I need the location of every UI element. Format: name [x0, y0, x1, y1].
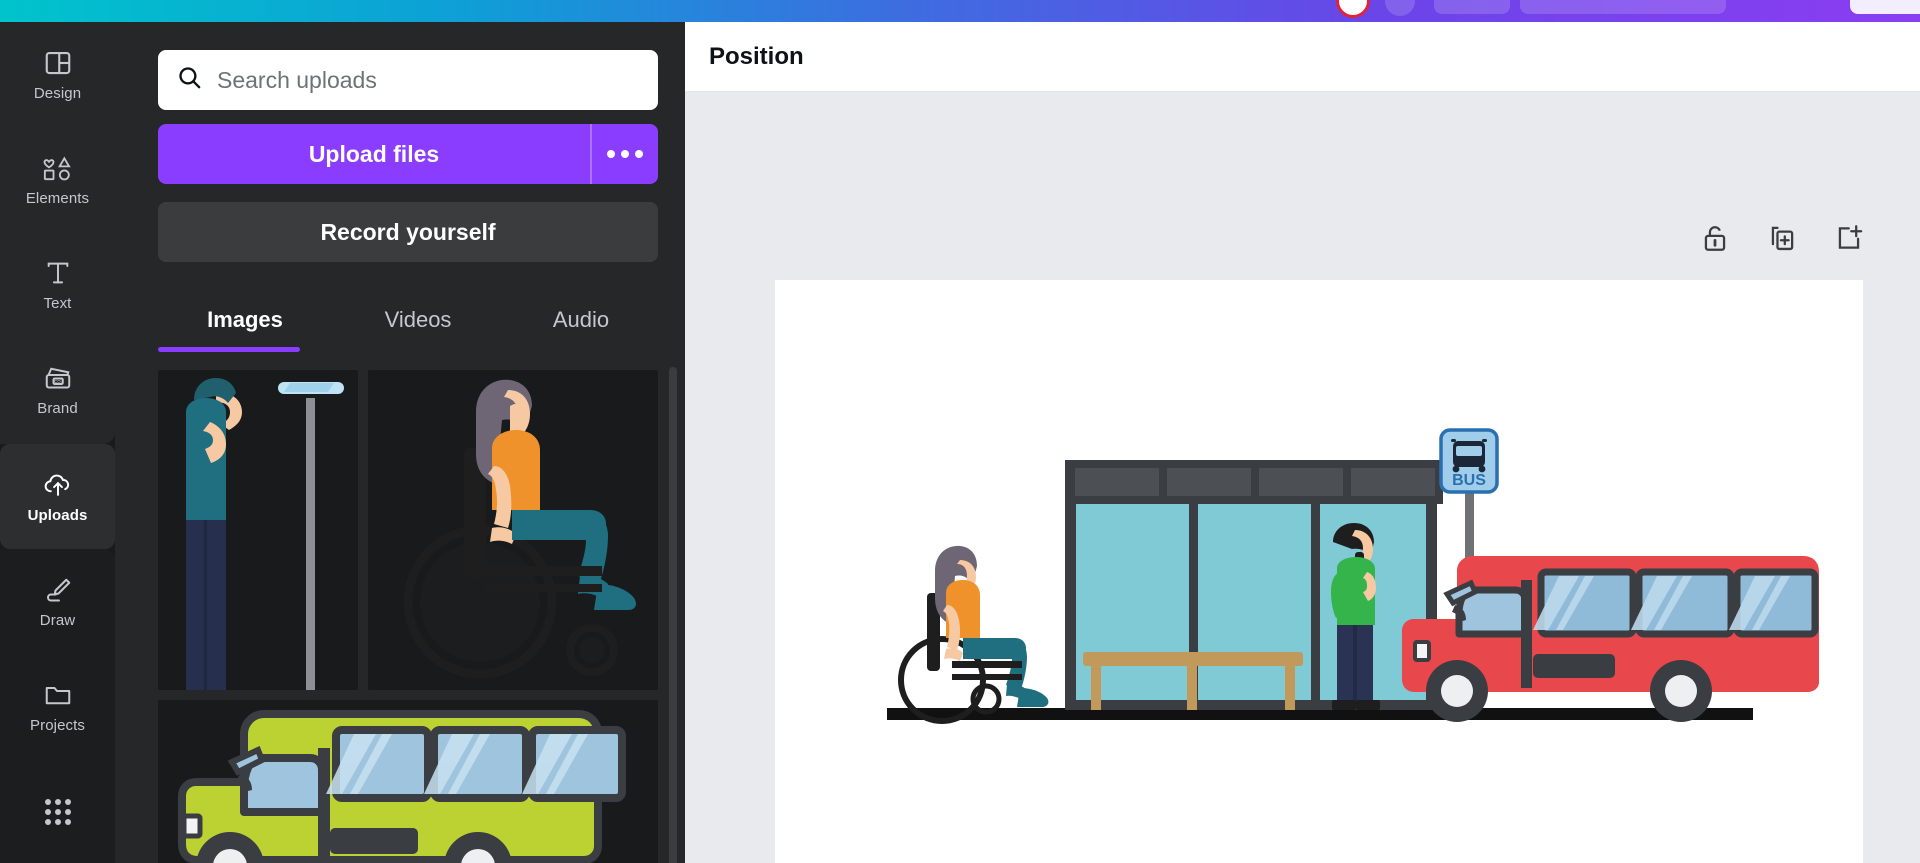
- sidebar-item-uploads[interactable]: Uploads: [0, 444, 115, 549]
- nav-group-primary: Design Elements Text CO. Brand: [0, 22, 115, 444]
- brand-co-icon: CO.: [43, 363, 73, 393]
- tab-images[interactable]: Images: [158, 294, 332, 352]
- panel-scrollbar[interactable]: [669, 367, 677, 863]
- upload-row: Upload files: [158, 124, 658, 184]
- thumbnail-row: [158, 700, 658, 863]
- bus-shelter-with-glass-panels: [1065, 460, 1443, 710]
- search-icon: [176, 64, 203, 96]
- text-t-icon: [43, 258, 73, 288]
- topbar-button-a[interactable]: [1434, 0, 1510, 14]
- uploads-thumbnail-grid: [158, 370, 658, 863]
- page-title: Position: [709, 42, 804, 70]
- sidebar-item-elements[interactable]: Elements: [0, 127, 115, 232]
- search-input[interactable]: [217, 66, 640, 94]
- thumbnail-green-minibus[interactable]: [158, 700, 658, 863]
- lock-icon[interactable]: [1699, 222, 1731, 254]
- canvas-toolbar: [1699, 222, 1865, 254]
- sidebar-item-label: Uploads: [27, 506, 88, 524]
- pen-icon: [43, 575, 73, 605]
- apps-grid-icon: [43, 797, 73, 827]
- uploads-panel: Upload files Record yourself Images Vide…: [115, 22, 685, 863]
- sidebar-item-draw[interactable]: Draw: [0, 549, 115, 654]
- topbar-button-b[interactable]: [1520, 0, 1726, 14]
- layout-icon: [43, 48, 73, 78]
- tab-label: Audio: [552, 307, 610, 332]
- sidebar-item-label: Brand: [37, 399, 78, 417]
- sidebar-item-design[interactable]: Design: [0, 22, 115, 127]
- top-toolbar: [0, 0, 1920, 22]
- sidebar-item-text[interactable]: Text: [0, 232, 115, 337]
- sidebar-item-projects[interactable]: Projects: [0, 654, 115, 759]
- record-yourself-button[interactable]: Record yourself: [158, 202, 658, 262]
- duplicate-icon[interactable]: [1766, 222, 1798, 254]
- nav-group-secondary: Draw Projects: [0, 549, 115, 863]
- sidebar-item-brand[interactable]: CO. Brand: [0, 337, 115, 442]
- topbar-icon-button[interactable]: [1385, 0, 1415, 16]
- svg-text:CO.: CO.: [54, 378, 62, 383]
- avatar[interactable]: [1336, 0, 1370, 18]
- left-nav-rail: Design Elements Text CO. Brand Uploads D…: [0, 22, 115, 863]
- shapes-icon: [43, 153, 73, 183]
- sidebar-item-label: Design: [33, 84, 82, 102]
- upload-more-button[interactable]: [590, 124, 658, 184]
- design-page[interactable]: BUS: [775, 280, 1863, 863]
- canvas-area: BUS: [685, 92, 1920, 863]
- sidebar-item-label: Text: [43, 294, 72, 312]
- tab-videos[interactable]: Videos: [332, 294, 504, 346]
- sidebar-item-label: Projects: [30, 716, 85, 734]
- search-bar[interactable]: [158, 50, 658, 110]
- thumbnail-person-reaching[interactable]: [158, 370, 358, 690]
- tab-audio[interactable]: Audio: [504, 294, 658, 346]
- add-page-icon[interactable]: [1833, 222, 1865, 254]
- properties-toolbar: Position: [685, 22, 1920, 92]
- upload-cloud-icon: [43, 470, 73, 500]
- bus-stop-accessibility-scene: BUS: [775, 280, 1863, 863]
- tab-label: Images: [207, 307, 283, 332]
- sidebar-item-label: Draw: [39, 611, 76, 629]
- thumbnail-woman-wheelchair[interactable]: [368, 370, 658, 690]
- sidebar-item-label: Elements: [25, 189, 90, 207]
- sidebar-item-apps[interactable]: [0, 759, 115, 863]
- folder-icon: [43, 680, 73, 710]
- tab-label: Videos: [384, 307, 452, 332]
- ellipsis-icon: [607, 150, 643, 158]
- upload-files-button[interactable]: Upload files: [158, 124, 590, 184]
- bus-sign-text: BUS: [1452, 472, 1486, 489]
- thumbnail-row: [158, 370, 658, 690]
- canva-editor-window: Design Elements Text CO. Brand Uploads D…: [0, 0, 1920, 863]
- topbar-share-button[interactable]: [1850, 0, 1920, 14]
- uploads-tabs: Images Videos Audio: [158, 294, 658, 356]
